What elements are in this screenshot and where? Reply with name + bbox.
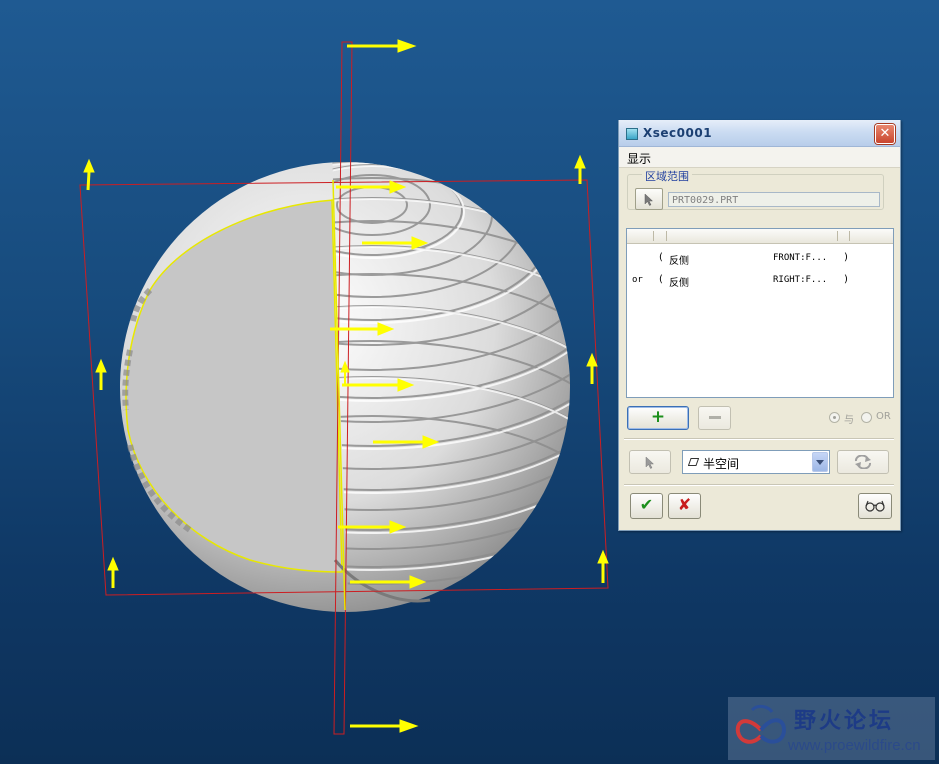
condition-plane: RIGHT:F...: [773, 275, 828, 285]
cancel-button[interactable]: ✘: [668, 493, 701, 519]
forum-watermark: 野火论坛 www.proewildfire.cn: [728, 697, 935, 760]
condition-close-paren: ): [844, 274, 848, 285]
xsec-app-icon: [626, 128, 638, 140]
flip-direction-button[interactable]: [837, 450, 889, 474]
forum-logo-icon: [735, 704, 787, 744]
close-button[interactable]: ✕: [875, 124, 895, 144]
watermark-title: 野火论坛: [794, 709, 895, 734]
radio-and[interactable]: [829, 412, 840, 423]
glasses-icon: [865, 500, 885, 512]
menu-display[interactable]: 显示: [627, 150, 651, 167]
flip-arrows-icon: [855, 455, 871, 469]
remove-condition-button[interactable]: [698, 406, 731, 430]
select-reference-button[interactable]: [635, 188, 663, 210]
boundary-type-value: 半空间: [703, 457, 740, 471]
ok-button[interactable]: ✔: [630, 493, 663, 519]
menu-bar: 显示: [619, 147, 900, 168]
condition-operator: or: [632, 275, 643, 285]
divider: [624, 438, 894, 440]
boundary-type-select[interactable]: 半空间: [682, 450, 830, 474]
condition-row[interactable]: ( 反侧 FRONT:F... ): [627, 249, 893, 267]
radio-and-label: 与: [844, 415, 854, 426]
checkmark-icon: ✔: [639, 495, 654, 514]
radio-or-label: OR: [876, 411, 891, 422]
divider: [624, 484, 894, 486]
sphere-model[interactable]: [112, 144, 632, 612]
cancel-x-icon: ✘: [677, 495, 692, 514]
region-scope-legend: 区域范围: [642, 168, 692, 184]
radio-or[interactable]: [861, 412, 872, 423]
cursor-arrow-icon: [645, 456, 655, 469]
condition-side: 反侧: [669, 278, 689, 289]
condition-close-paren: ): [844, 252, 848, 263]
reference-field[interactable]: PRT0029.PRT: [668, 192, 880, 207]
chevron-down-icon[interactable]: [812, 452, 828, 472]
condition-open-paren: (: [659, 252, 663, 263]
conditions-list-header: [627, 229, 893, 244]
section-cut-face: [125, 199, 343, 573]
cursor-arrow-icon: [644, 192, 654, 206]
condition-plane: FRONT:F...: [773, 253, 828, 263]
xsec-dialog[interactable]: Xsec0001 ✕ 显示 区域范围 PRT0029.PRT ( 反侧 FRON…: [618, 120, 901, 531]
dialog-title: Xsec0001: [643, 126, 713, 140]
condition-row[interactable]: or ( 反侧 RIGHT:F... ): [627, 271, 893, 289]
plus-icon: +: [650, 407, 666, 427]
add-condition-button[interactable]: +: [627, 406, 689, 430]
preview-button[interactable]: [858, 493, 892, 519]
section-conditions-list[interactable]: ( 反侧 FRONT:F... ) or ( 反侧 RIGHT:F... ): [626, 228, 894, 398]
condition-open-paren: (: [659, 274, 663, 285]
region-scope-group: 区域范围 PRT0029.PRT: [627, 168, 884, 210]
watermark-url: www.proewildfire.cn: [788, 737, 921, 754]
minus-icon: [709, 416, 721, 419]
condition-side: 反侧: [669, 256, 689, 267]
half-space-icon: [688, 458, 699, 466]
dialog-titlebar[interactable]: Xsec0001 ✕: [619, 120, 900, 147]
select-boundary-button[interactable]: [629, 450, 671, 474]
